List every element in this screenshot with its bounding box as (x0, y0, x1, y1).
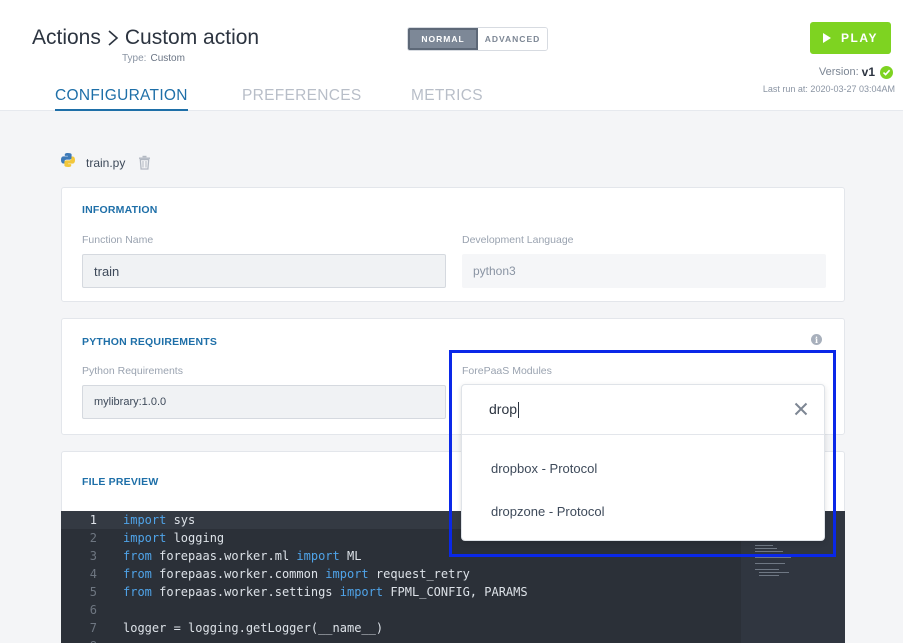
line-number: 7 (89, 621, 97, 635)
last-run: Last run at: 2020-03-27 03:04AM (762, 84, 895, 94)
python-icon (60, 152, 76, 173)
code-text: from forepaas.worker.ml import ML (123, 549, 362, 563)
mode-normal-button[interactable]: NORMAL (408, 28, 478, 50)
mode-advanced-button[interactable]: ADVANCED (478, 28, 547, 50)
code-text: import sys (123, 513, 196, 527)
highlight-frame (449, 350, 836, 557)
play-button[interactable]: PLAY (810, 22, 891, 54)
information-title: INFORMATION (82, 204, 158, 216)
file-row: train.py (60, 152, 151, 173)
file-name[interactable]: train.py (86, 156, 125, 170)
function-name-value: train (94, 263, 120, 279)
code-text: import logging (123, 531, 225, 545)
function-name-label: Function Name (82, 234, 154, 246)
version-label: Version: (818, 66, 859, 78)
line-number: 4 (89, 567, 97, 581)
python-requirements-label: Python Requirements (82, 365, 183, 377)
python-requirements-value: mylibrary:1.0.0 (94, 396, 167, 408)
dev-language-value: python3 (473, 264, 516, 278)
python-requirements-input[interactable]: mylibrary:1.0.0 (82, 385, 446, 419)
line-number: 6 (89, 603, 97, 617)
dev-language-label: Development Language (462, 234, 574, 246)
function-name-input[interactable]: train (82, 254, 446, 288)
version-info: Version: v1 (819, 65, 893, 79)
line-number: 1 (89, 513, 97, 527)
line-number: 5 (89, 585, 97, 599)
tab-preferences[interactable]: PREFERENCES (242, 87, 362, 111)
header: Actions Custom action Type: Custom NORMAL… (0, 0, 903, 111)
code-text: from forepaas.worker.settings import FPM… (123, 585, 528, 599)
python-requirements-title: PYTHON REQUIREMENTS (82, 336, 218, 348)
tab-configuration[interactable]: CONFIGURATION (55, 87, 188, 111)
page-title: Custom action (124, 26, 260, 49)
line-number: 8 (61, 639, 99, 643)
type-line: Type: Custom (122, 53, 185, 64)
line-number: 3 (89, 549, 97, 563)
code-line: 4 from forepaas.worker.common import req… (61, 565, 741, 583)
code-text: logger = logging.getLogger(__name__) (123, 621, 384, 635)
code-text: from forepaas.worker.common import reque… (123, 567, 470, 581)
code-line: 8 (61, 637, 741, 643)
line-number: 2 (89, 531, 97, 545)
information-card: INFORMATION Function Name train Developm… (61, 187, 845, 302)
version-value: v1 (861, 65, 875, 79)
play-icon (823, 33, 832, 43)
play-label: PLAY (841, 31, 878, 45)
breadcrumb-parent[interactable]: Actions (32, 26, 101, 50)
chevron-right-icon (107, 29, 119, 47)
trash-icon[interactable] (138, 155, 151, 170)
file-preview-title: FILE PREVIEW (82, 476, 159, 488)
tab-metrics[interactable]: METRICS (411, 87, 483, 111)
check-circle-icon (880, 65, 893, 79)
code-line: 6 (61, 601, 741, 619)
dev-language-field: python3 (462, 254, 826, 288)
mode-toggle: NORMAL ADVANCED (407, 27, 548, 51)
breadcrumb: Actions Custom action (32, 26, 259, 50)
info-icon[interactable]: i (811, 334, 822, 345)
type-label: Type: (122, 53, 147, 64)
code-line: 5 from forepaas.worker.settings import F… (61, 583, 741, 601)
type-value: Custom (150, 53, 185, 64)
code-line: 7 logger = logging.getLogger(__name__) (61, 619, 741, 637)
